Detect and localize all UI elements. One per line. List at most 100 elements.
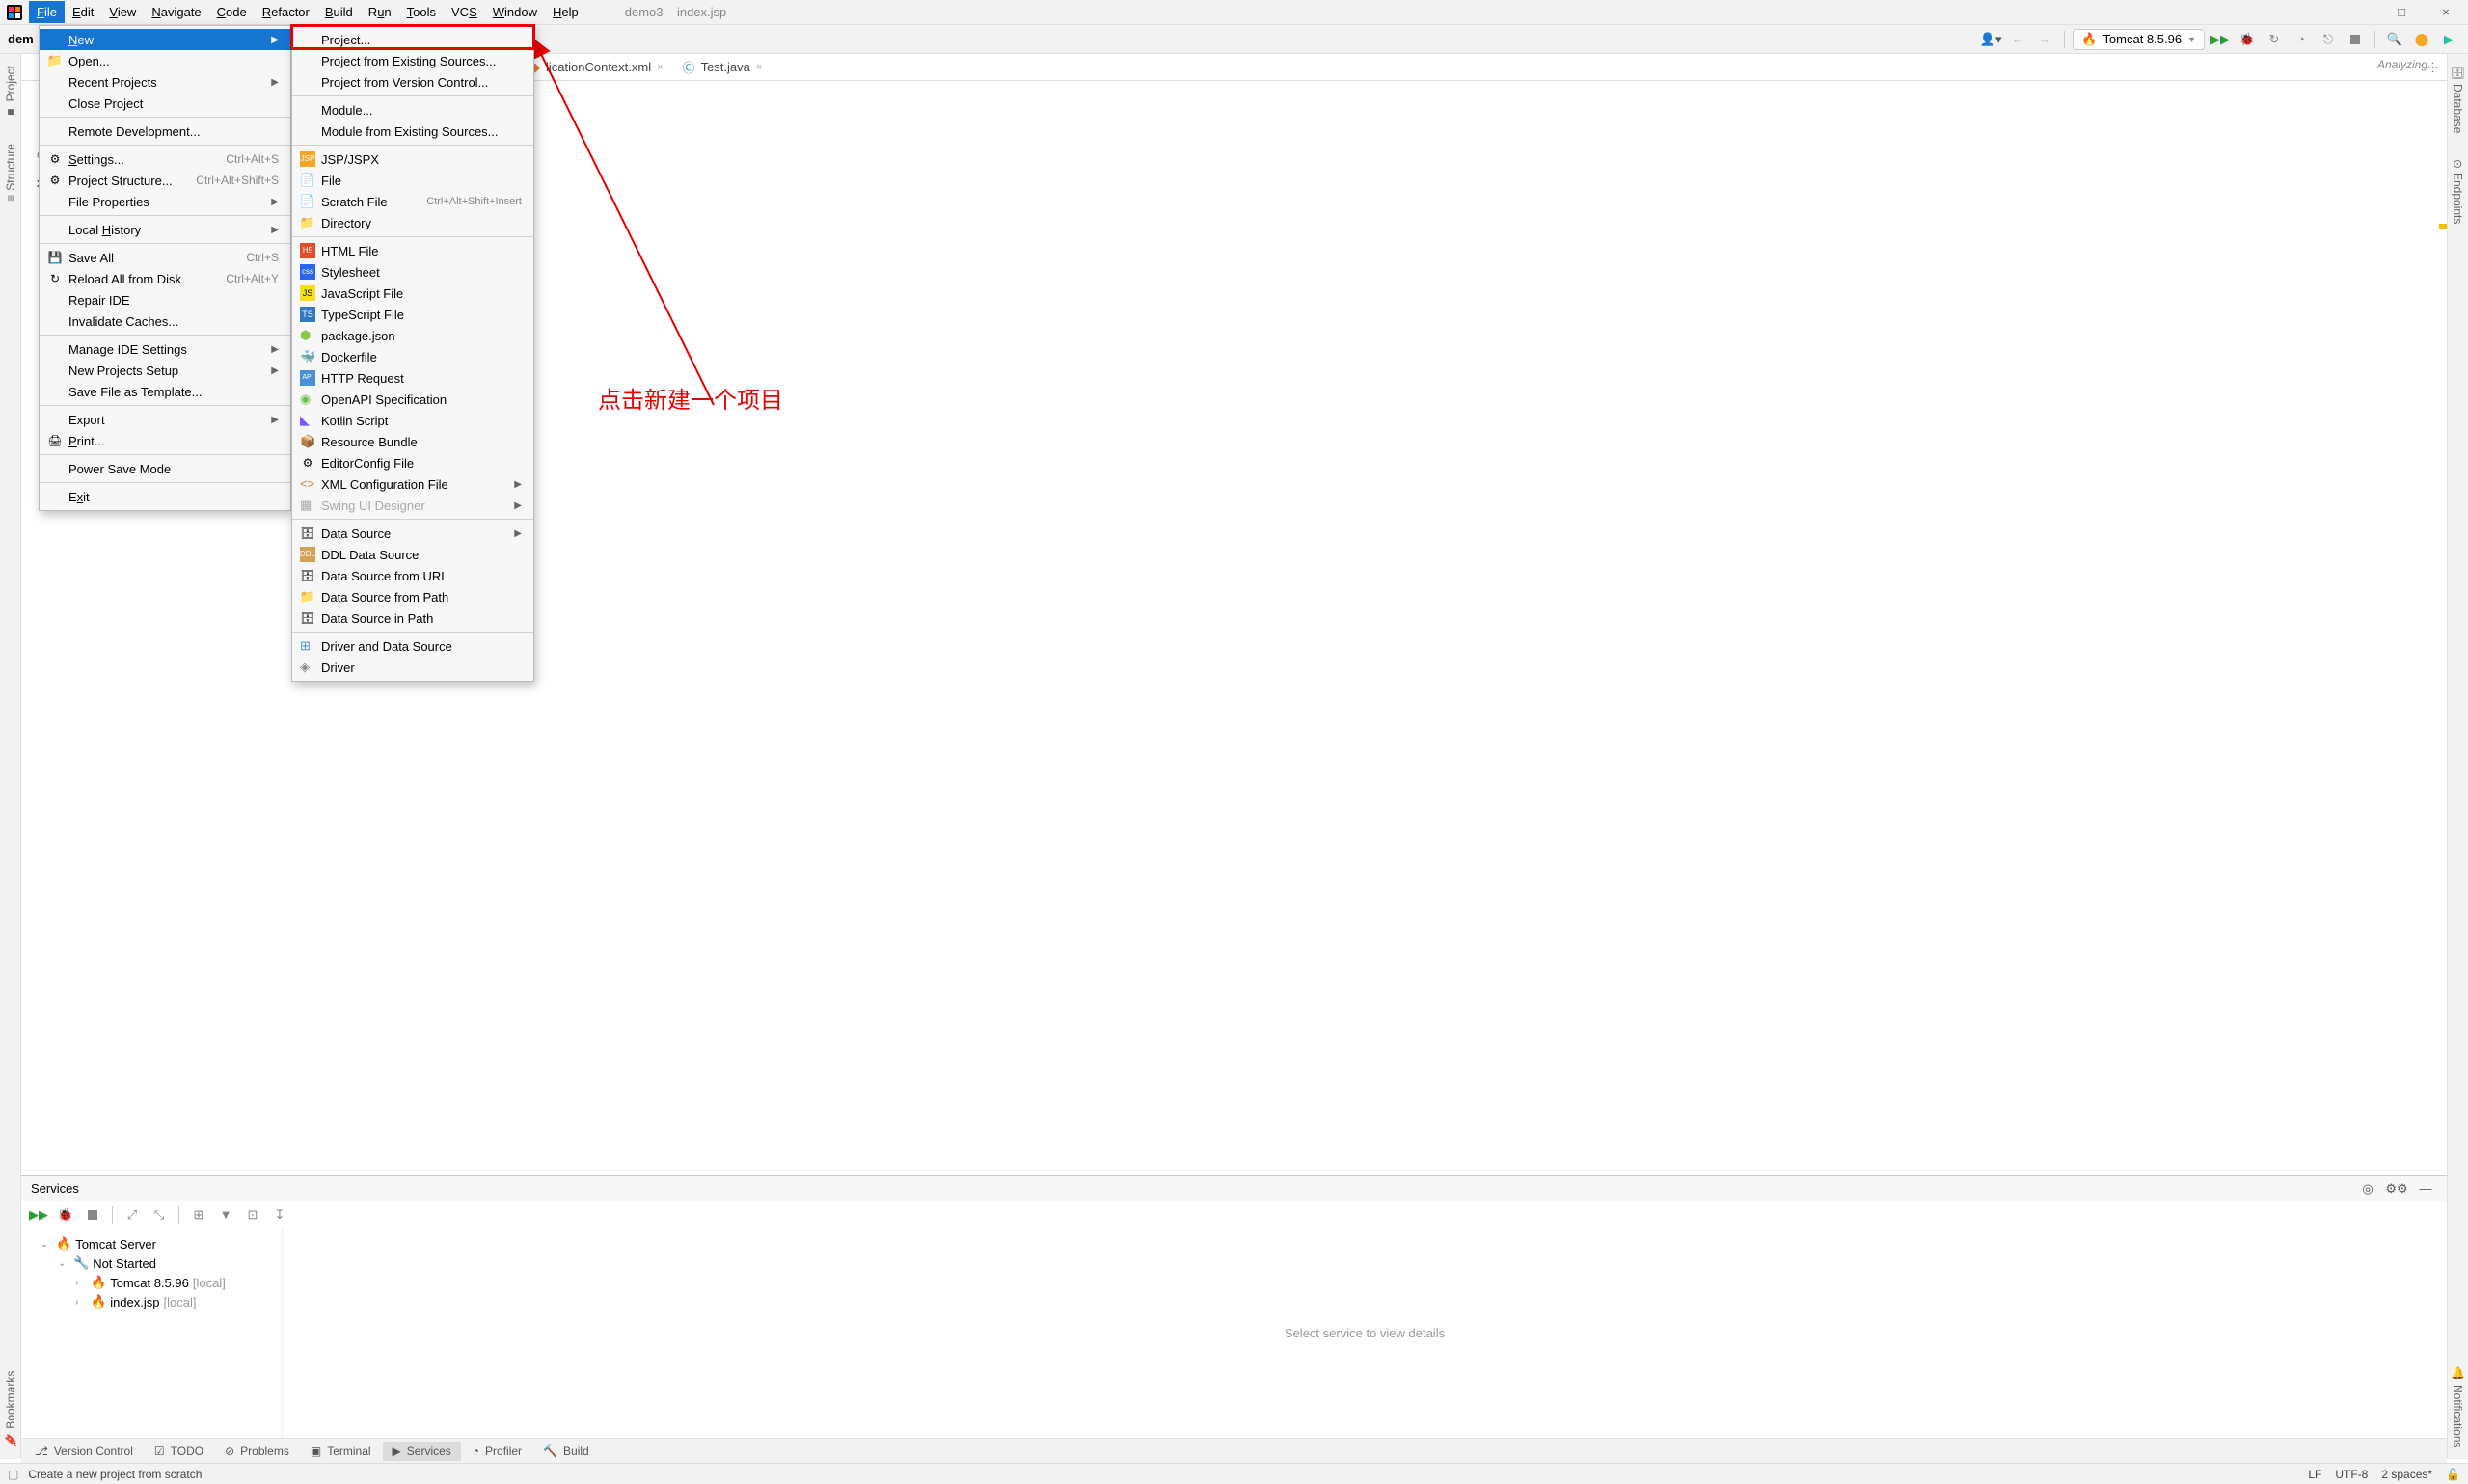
build-tab[interactable]: 🔨Build: [533, 1442, 599, 1461]
file-save-all[interactable]: Save AllCtrl+S: [40, 247, 290, 268]
new-js[interactable]: JSJavaScript File: [292, 283, 533, 304]
group-icon[interactable]: ⊞: [187, 1203, 210, 1227]
run-configuration-selector[interactable]: 🔥 Tomcat 8.5.96 ▼: [2073, 29, 2205, 50]
new-project[interactable]: Project...: [292, 29, 533, 50]
file-settings[interactable]: Settings...Ctrl+Alt+S: [40, 148, 290, 170]
forward-button[interactable]: →: [2033, 28, 2056, 51]
back-button[interactable]: ←: [2006, 28, 2029, 51]
new-driver-and-source[interactable]: ⊞Driver and Data Source: [292, 635, 533, 657]
file-exit[interactable]: Exit: [40, 486, 290, 507]
stop-icon[interactable]: [81, 1203, 104, 1227]
tree-not-started[interactable]: ⌄ 🔧 Not Started: [25, 1254, 278, 1273]
menu-window[interactable]: Window: [485, 1, 545, 23]
code-with-me-icon[interactable]: ▶: [2437, 28, 2460, 51]
project-tool-window-tab[interactable]: ■Project: [2, 62, 19, 122]
chevron-right-icon[interactable]: ›: [75, 1278, 87, 1288]
menu-run[interactable]: Run: [361, 1, 399, 23]
file-save-as-template[interactable]: Save File as Template...: [40, 381, 290, 402]
new-jsp[interactable]: JSPJSP/JSPX: [292, 148, 533, 170]
menu-tools[interactable]: Tools: [399, 1, 444, 23]
new-data-source[interactable]: Data Source▶: [292, 523, 533, 544]
user-icon[interactable]: 👤▾: [1979, 28, 2002, 51]
file-project-structure[interactable]: Project Structure...Ctrl+Alt+Shift+S: [40, 170, 290, 191]
new-package-json[interactable]: ⬢package.json: [292, 325, 533, 346]
new-openapi[interactable]: ◉OpenAPI Specification: [292, 389, 533, 410]
run-button[interactable]: ▶: [2209, 28, 2232, 51]
file-file-properties[interactable]: File Properties▶: [40, 191, 290, 212]
file-export[interactable]: Export▶: [40, 409, 290, 430]
file-local-history[interactable]: Local History▶: [40, 219, 290, 240]
close-button[interactable]: ×: [2424, 0, 2468, 25]
terminal-tab[interactable]: ▣Terminal: [301, 1442, 381, 1461]
tool-window-quick-access-icon[interactable]: ▢: [8, 1468, 18, 1481]
file-recent-projects[interactable]: Recent Projects▶: [40, 71, 290, 93]
maximize-button[interactable]: □: [2379, 0, 2424, 25]
file-invalidate-caches[interactable]: Invalidate Caches...: [40, 310, 290, 332]
file-encoding[interactable]: UTF-8: [2335, 1468, 2368, 1481]
menu-edit[interactable]: Edit: [65, 1, 101, 23]
new-editorconfig[interactable]: EditorConfig File: [292, 452, 533, 473]
debug-button[interactable]: 🐞: [2236, 28, 2259, 51]
file-manage-ide-settings[interactable]: Manage IDE Settings▶: [40, 338, 290, 360]
close-icon[interactable]: ×: [756, 62, 762, 73]
run-with-coverage-button[interactable]: ↻: [2263, 28, 2286, 51]
new-project-vcs[interactable]: Project from Version Control...: [292, 71, 533, 93]
stop-button[interactable]: [2344, 28, 2367, 51]
menu-code[interactable]: Code: [209, 1, 255, 23]
file-remote-development[interactable]: Remote Development...: [40, 121, 290, 142]
new-driver[interactable]: ◈Driver: [292, 657, 533, 678]
file-new[interactable]: New▶: [40, 29, 290, 50]
new-data-source-in-path[interactable]: Data Source in Path: [292, 607, 533, 629]
new-scratch[interactable]: Scratch FileCtrl+Alt+Shift+Insert: [292, 191, 533, 212]
file-open[interactable]: Open...: [40, 50, 290, 71]
database-tool-window-tab[interactable]: 🗄Database: [2450, 62, 2467, 138]
breadcrumb[interactable]: dem: [8, 32, 34, 46]
tree-index-jsp[interactable]: › 🔥 index.jsp [local]: [25, 1292, 278, 1311]
menu-vcs[interactable]: VCS: [444, 1, 485, 23]
new-module[interactable]: Module...: [292, 99, 533, 121]
profiler-tab[interactable]: ◔Profiler: [463, 1442, 531, 1461]
menu-file[interactable]: File: [29, 1, 65, 23]
new-http-request[interactable]: APIHTTP Request: [292, 367, 533, 389]
new-ts[interactable]: TSTypeScript File: [292, 304, 533, 325]
bookmarks-tool-window-tab[interactable]: 🔖Bookmarks: [2, 1367, 19, 1451]
new-ddl-data-source[interactable]: DDLDDL Data Source: [292, 544, 533, 565]
layout-icon[interactable]: ⊡: [241, 1203, 264, 1227]
menu-view[interactable]: View: [101, 1, 144, 23]
ide-update-icon[interactable]: ⬤: [2410, 28, 2433, 51]
new-data-source-path[interactable]: Data Source from Path: [292, 586, 533, 607]
filter-icon[interactable]: ▼: [214, 1203, 237, 1227]
run-icon[interactable]: ▶: [27, 1203, 50, 1227]
file-power-save-mode[interactable]: Power Save Mode: [40, 458, 290, 479]
expand-icon[interactable]: ⤢: [121, 1203, 144, 1227]
problems-tab[interactable]: ⊘Problems: [215, 1442, 299, 1461]
target-icon[interactable]: ◎: [2356, 1177, 2379, 1201]
menu-help[interactable]: Help: [545, 1, 586, 23]
new-data-source-url[interactable]: Data Source from URL: [292, 565, 533, 586]
file-print[interactable]: Print...: [40, 430, 290, 451]
tree-tomcat-instance[interactable]: › 🔥 Tomcat 8.5.96 [local]: [25, 1273, 278, 1292]
services-tab[interactable]: ▶Services: [383, 1442, 461, 1461]
new-resource-bundle[interactable]: 📦Resource Bundle: [292, 431, 533, 452]
profile-button[interactable]: ◔: [2290, 28, 2313, 51]
minimize-button[interactable]: –: [2335, 0, 2379, 25]
new-swing-designer[interactable]: ▦Swing UI Designer▶: [292, 495, 533, 516]
new-directory[interactable]: Directory: [292, 212, 533, 233]
new-xml-config[interactable]: <>XML Configuration File▶: [292, 473, 533, 495]
new-stylesheet[interactable]: cssStylesheet: [292, 261, 533, 283]
file-new-projects-setup[interactable]: New Projects Setup▶: [40, 360, 290, 381]
debug-icon[interactable]: 🐞: [54, 1203, 77, 1227]
notifications-tool-window-tab[interactable]: 🔔Notifications: [2450, 1363, 2467, 1451]
file-repair-ide[interactable]: Repair IDE: [40, 289, 290, 310]
readonly-lock-icon[interactable]: 🔓: [2446, 1468, 2460, 1481]
new-html[interactable]: H5HTML File: [292, 240, 533, 261]
chevron-down-icon[interactable]: ⌄: [41, 1239, 52, 1250]
chevron-down-icon[interactable]: ⌄: [58, 1258, 69, 1269]
line-separator[interactable]: LF: [2308, 1468, 2321, 1481]
chevron-right-icon[interactable]: ›: [75, 1297, 87, 1308]
version-control-tab[interactable]: ⎇Version Control: [25, 1442, 143, 1461]
hide-button[interactable]: —: [2414, 1177, 2437, 1201]
scroll-icon[interactable]: ↧: [268, 1203, 291, 1227]
attach-button[interactable]: ⎋: [2317, 28, 2340, 51]
collapse-icon[interactable]: ⤡: [148, 1203, 171, 1227]
